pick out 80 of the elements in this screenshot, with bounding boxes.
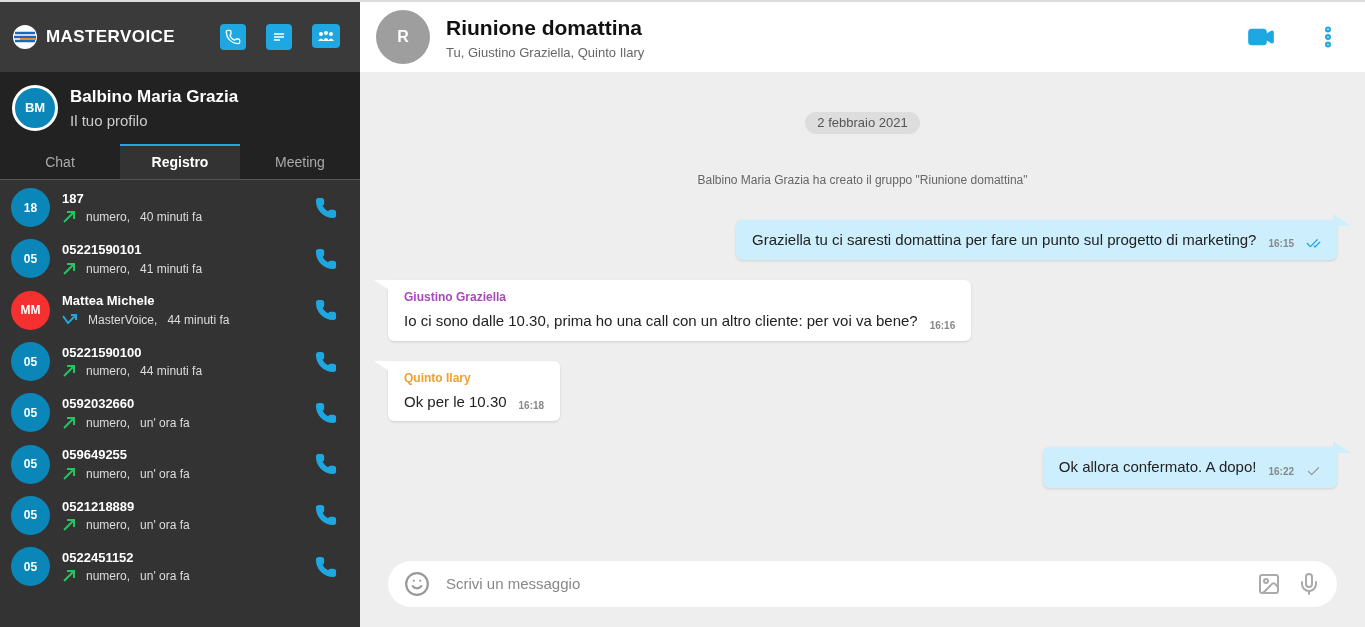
call-source: MasterVoice, (88, 312, 158, 329)
sender-name: Giustino Graziella (404, 289, 508, 306)
system-message: Balbino Maria Grazia ha creato il gruppo "Riunione domattina" (697, 171, 1028, 189)
call-source: numero, (86, 568, 131, 586)
tab[interactable]: Registro (120, 144, 240, 179)
contact-name: 187 (62, 189, 85, 208)
call-time: 41 minuti fa (140, 260, 203, 278)
call-button[interactable] (315, 350, 337, 373)
brand-name: MASTERVOICE (46, 26, 176, 49)
message-composer[interactable]: Scrivi un messaggio (388, 561, 1337, 607)
call-source: numero, (86, 465, 131, 483)
call-time: 44 minuti fa (167, 312, 230, 329)
call-log-row[interactable]: 05 05221590101 numero, 41 minuti fa (0, 233, 360, 285)
chat-members: Tu, Giustino Graziella, Quinto Ilary (446, 44, 645, 62)
call-button[interactable] (315, 555, 337, 578)
call-log-row[interactable]: 18 187 numero, 40 minuti fa (0, 182, 360, 234)
chat-title: Riunione domattina (446, 14, 643, 41)
call-log-row[interactable]: 05 0522451152 numero, un' ora fa (0, 541, 360, 593)
call-source: numero, (86, 517, 131, 535)
contact-name: 05221590101 (62, 241, 143, 260)
contact-name: 0522451152 (62, 548, 135, 567)
profile-avatar: BM (12, 85, 58, 131)
contact-avatar: 05 (11, 393, 50, 433)
call-time: un' ora fa (140, 568, 190, 586)
message-text: Io ci sono dalle 10.30, prima ho una call con un altro cliente: per voi va bene? (404, 311, 918, 331)
emoji-button[interactable] (404, 571, 430, 597)
date-chip: 2 febbraio 2021 (805, 112, 920, 134)
call-source: numero, (86, 414, 131, 432)
people-icon (317, 30, 335, 42)
call-time: 40 minuti fa (140, 209, 203, 227)
call-source: numero, (86, 260, 131, 278)
contact-name: 05221590100 (62, 343, 143, 362)
contact-avatar: 05 (11, 495, 50, 535)
call-time: un' ora fa (140, 517, 190, 535)
call-time: un' ora fa (140, 465, 190, 483)
message-text: Graziella tu ci saresti domattina per fare un punto sul progetto di marketing? (752, 229, 1257, 250)
message-lines-icon (271, 31, 287, 43)
message-text: Ok per le 10.30 (404, 391, 507, 412)
contact-avatar: 05 (11, 342, 50, 382)
call-button[interactable] (315, 247, 337, 270)
contact-name: Mattea Michele (62, 292, 156, 311)
call-source: numero, (86, 209, 131, 227)
message-time: 16:18 (518, 399, 545, 413)
tab[interactable]: Meeting (240, 144, 360, 179)
contact-avatar: 18 (11, 188, 50, 228)
sender-name: Quinto Ilary (404, 369, 472, 387)
tab[interactable]: Chat (0, 144, 120, 179)
call-button[interactable] (315, 401, 337, 424)
phone-icon (225, 29, 241, 45)
meeting-button[interactable] (312, 24, 340, 48)
contact-avatar: 05 (11, 239, 50, 279)
call-button[interactable] (315, 196, 337, 219)
call-log-row[interactable]: 05 05221590100 numero, 44 minuti fa (0, 335, 360, 388)
phonebook-button[interactable] (220, 24, 246, 50)
message-time: 16:15 (1268, 237, 1294, 251)
group-avatar: R (376, 10, 430, 64)
call-button[interactable] (315, 504, 337, 527)
message-text: Ok allora confermato. A dopo! (1058, 457, 1257, 477)
contact-avatar: MM (11, 290, 50, 330)
contact-name: 0521218889 (62, 497, 136, 516)
message-time: 16:16 (929, 318, 956, 333)
profile-name: Balbino Maria Grazia (70, 86, 239, 108)
call-log-row[interactable]: MM Mattea Michele MasterVoice, 44 minuti fa (0, 284, 360, 336)
call-time: un' ora fa (140, 414, 190, 432)
message-time: 16:22 (1268, 464, 1294, 479)
call-log-row[interactable]: 05 0592032660 numero, un' ora fa (0, 387, 360, 439)
call-button[interactable] (315, 453, 337, 476)
call-button[interactable] (315, 299, 337, 322)
chat-button[interactable] (266, 24, 292, 50)
message-input[interactable]: Scrivi un messaggio (446, 572, 1241, 596)
contact-name: 059649255 (62, 446, 129, 465)
call-source: numero, (86, 363, 131, 381)
contact-avatar: 05 (11, 547, 50, 587)
profile-subtitle: Il tuo profilo (70, 110, 149, 131)
contact-avatar: 05 (11, 444, 50, 484)
globe-logo-icon (12, 24, 38, 50)
call-log-row[interactable]: 05 0521218889 numero, un' ora fa (0, 489, 360, 542)
call-log-row[interactable]: 05 059649255 numero, un' ora fa (0, 438, 360, 490)
contact-name: 0592032660 (62, 395, 136, 414)
call-time: 44 minuti fa (140, 363, 203, 381)
